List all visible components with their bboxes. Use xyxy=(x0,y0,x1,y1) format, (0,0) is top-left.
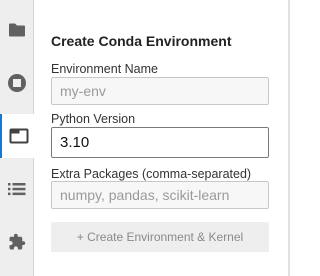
extra-packages-input[interactable] xyxy=(51,181,269,209)
sidebar-item-table-of-contents[interactable] xyxy=(0,167,34,211)
sidebar-item-file-browser[interactable] xyxy=(0,8,34,52)
left-sidebar xyxy=(0,0,35,276)
env-name-input[interactable] xyxy=(51,77,269,105)
list-icon xyxy=(8,182,26,196)
stop-circle-icon xyxy=(7,73,27,93)
panel-title: Create Conda Environment xyxy=(51,33,232,49)
tab-icon xyxy=(9,128,29,144)
extension-puzzle-icon xyxy=(8,233,26,251)
app-window: Create Conda Environment Environment Nam… xyxy=(0,0,290,276)
python-version-input[interactable] xyxy=(51,127,269,158)
folder-icon xyxy=(8,22,26,38)
sidebar-item-running[interactable] xyxy=(0,61,34,105)
env-name-label: Environment Name xyxy=(51,62,158,76)
panel-divider xyxy=(288,0,290,276)
sidebar-item-extensions[interactable] xyxy=(0,220,34,264)
sidebar-item-tabs[interactable] xyxy=(0,114,35,158)
python-version-label: Python Version xyxy=(51,112,136,126)
extra-packages-label: Extra Packages (comma-separated) xyxy=(51,167,252,181)
create-environment-button[interactable]: + Create Environment & Kernel xyxy=(51,222,269,252)
